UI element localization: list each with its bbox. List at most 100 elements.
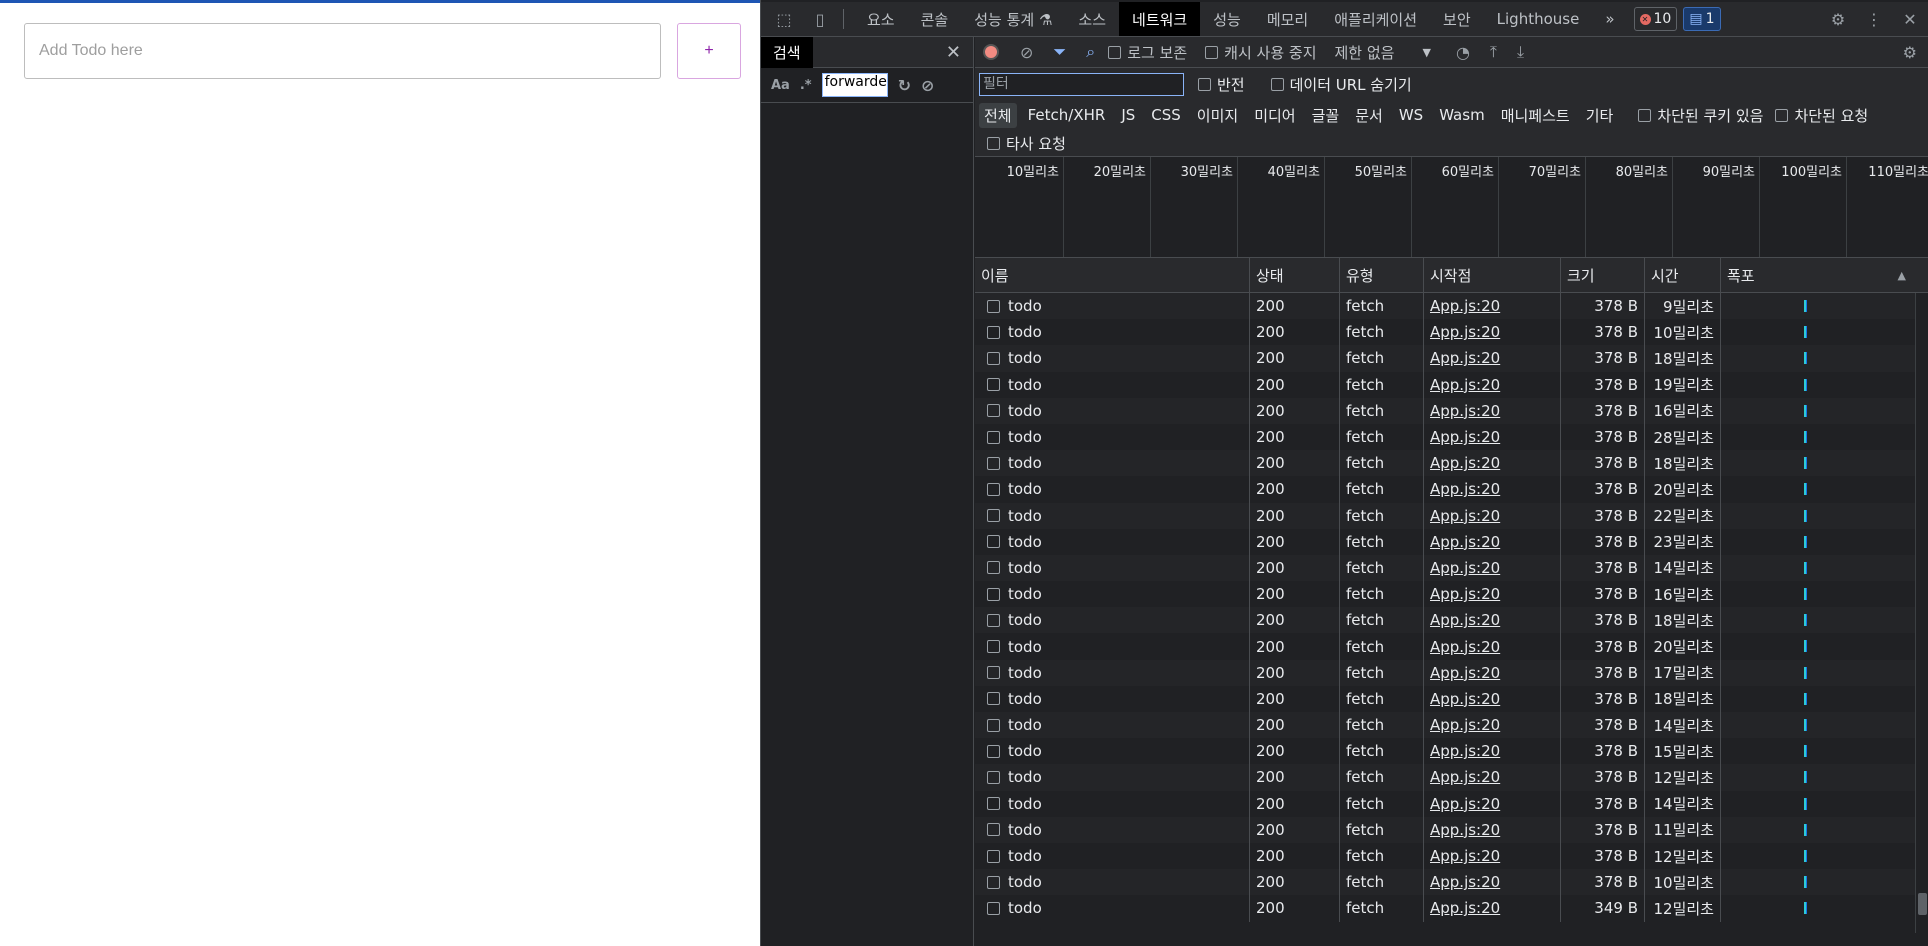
preserve-log-checkbox[interactable]: 로그 보존 (1108, 42, 1187, 63)
network-overview[interactable]: 10밀리초 20밀리초 30밀리초 40밀리초 50밀리초 60밀리초 70밀리초 80밀리초… (975, 157, 1928, 258)
table-row[interactable]: todo 200 fetch App.js:20 378 B 17밀리초 (975, 659, 1928, 686)
tab-6[interactable]: 메모리 (1254, 2, 1321, 36)
cell-initiator[interactable]: App.js:20 (1424, 790, 1561, 817)
cell-initiator[interactable]: App.js:20 (1424, 397, 1561, 424)
cell-initiator[interactable]: App.js:20 (1424, 764, 1561, 791)
tab-5[interactable]: 성능 (1200, 2, 1254, 36)
table-row[interactable]: todo 200 fetch App.js:20 378 B 18밀리초 (975, 450, 1928, 477)
record-icon[interactable] (983, 44, 999, 60)
filter-input[interactable] (979, 72, 1184, 96)
hide-data-urls-checkbox[interactable]: 데이터 URL 숨기기 (1270, 74, 1412, 95)
table-row[interactable]: todo 200 fetch App.js:20 349 B 12밀리초 (975, 895, 1928, 922)
cell-initiator[interactable]: App.js:20 (1424, 659, 1561, 686)
table-row[interactable]: todo 200 fetch App.js:20 378 B 23밀리초 (975, 528, 1928, 555)
type-filter-1[interactable]: Fetch/XHR (1023, 104, 1111, 126)
cell-initiator[interactable]: App.js:20 (1424, 476, 1561, 503)
tab-4[interactable]: 네트워크 (1119, 2, 1201, 36)
type-filter-4[interactable]: 이미지 (1192, 103, 1243, 128)
type-filter-10[interactable]: 매니페스트 (1496, 103, 1575, 128)
message-badge[interactable]: ▤ 1 (1683, 7, 1721, 31)
cell-initiator[interactable]: App.js:20 (1424, 633, 1561, 660)
type-filter-3[interactable]: CSS (1146, 104, 1186, 126)
table-row[interactable]: todo 200 fetch App.js:20 378 B 12밀리초 (975, 842, 1928, 870)
more-options-icon[interactable]: ⋮ (1861, 6, 1887, 32)
table-row[interactable]: todo 200 fetch App.js:20 378 B 15밀리초 (975, 738, 1928, 765)
cell-initiator[interactable]: App.js:20 (1424, 869, 1561, 896)
throttling-select[interactable]: 제한 없음 ▼ (1335, 42, 1431, 63)
search-icon[interactable]: ⌕ (1086, 42, 1095, 62)
table-row[interactable]: todo 200 fetch App.js:20 378 B 11밀리초 (975, 816, 1928, 843)
column-status[interactable]: 상태 (1250, 258, 1340, 292)
match-case-button[interactable]: Aa (771, 78, 790, 93)
column-time[interactable]: 시간 (1645, 258, 1721, 292)
table-row[interactable]: todo 200 fetch App.js:20 378 B 12밀리초 (975, 764, 1928, 791)
clear-search-icon[interactable]: ⊘ (921, 76, 934, 95)
cell-initiator[interactable]: App.js:20 (1424, 293, 1561, 320)
cell-initiator[interactable]: App.js:20 (1424, 319, 1561, 346)
table-row[interactable]: todo 200 fetch App.js:20 378 B 10밀리초 (975, 319, 1928, 346)
blocked-requests-checkbox[interactable]: 차단된 요청 (1775, 105, 1868, 126)
cell-initiator[interactable]: App.js:20 (1424, 345, 1561, 372)
cell-initiator[interactable]: App.js:20 (1424, 450, 1561, 477)
refresh-search-icon[interactable]: ↻ (898, 76, 911, 95)
table-row[interactable]: todo 200 fetch App.js:20 378 B 28밀리초 (975, 423, 1928, 451)
filter-icon[interactable]: ⏷ (1053, 42, 1066, 62)
column-type[interactable]: 유형 (1340, 258, 1424, 292)
cell-initiator[interactable]: App.js:20 (1424, 738, 1561, 765)
tab-9[interactable]: Lighthouse (1484, 2, 1593, 36)
table-row[interactable]: todo 200 fetch App.js:20 378 B 18밀리초 (975, 345, 1928, 372)
cell-initiator[interactable]: App.js:20 (1424, 502, 1561, 529)
invert-checkbox[interactable]: 반전 (1198, 74, 1245, 95)
cell-initiator[interactable]: App.js:20 (1424, 581, 1561, 608)
scrollbar-thumb[interactable] (1918, 893, 1927, 915)
cell-initiator[interactable]: App.js:20 (1424, 895, 1561, 922)
cell-initiator[interactable]: App.js:20 (1424, 685, 1561, 712)
type-filter-0[interactable]: 전체 (979, 102, 1017, 128)
column-name[interactable]: 이름 (975, 258, 1250, 292)
cell-initiator[interactable]: App.js:20 (1424, 842, 1561, 870)
tab-8[interactable]: 보안 (1430, 2, 1484, 36)
search-query-input[interactable]: forwarde (821, 73, 888, 97)
export-har-icon[interactable]: ⤓ (1517, 42, 1524, 62)
cell-initiator[interactable]: App.js:20 (1424, 607, 1561, 634)
third-party-checkbox[interactable]: 타사 요청 (987, 133, 1066, 154)
type-filter-7[interactable]: 문서 (1350, 103, 1388, 128)
error-badge[interactable]: ✕ 10 (1633, 7, 1678, 31)
table-row[interactable]: todo 200 fetch App.js:20 378 B 20밀리초 (975, 633, 1928, 660)
add-todo-button[interactable]: + (677, 23, 741, 79)
inspect-element-icon[interactable]: ⬚ (771, 6, 797, 32)
type-filter-5[interactable]: 미디어 (1249, 103, 1300, 128)
todo-input[interactable] (24, 23, 661, 79)
import-har-icon[interactable]: ⤒ (1490, 42, 1497, 62)
close-devtools-icon[interactable]: ✕ (1897, 6, 1923, 32)
column-waterfall[interactable]: 폭포 ▲ (1721, 258, 1916, 292)
cell-initiator[interactable]: App.js:20 (1424, 423, 1561, 451)
table-row[interactable]: todo 200 fetch App.js:20 378 B 16밀리초 (975, 581, 1928, 608)
tab-0[interactable]: 요소 (854, 2, 908, 36)
regex-button[interactable]: .* (800, 78, 812, 93)
close-search-icon[interactable]: ✕ (946, 42, 961, 63)
cell-initiator[interactable]: App.js:20 (1424, 554, 1561, 582)
tab-3[interactable]: 소스 (1065, 2, 1119, 36)
type-filter-2[interactable]: JS (1116, 104, 1140, 126)
table-row[interactable]: todo 200 fetch App.js:20 378 B 14밀리초 (975, 790, 1928, 817)
table-row[interactable]: todo 200 fetch App.js:20 378 B 18밀리초 (975, 685, 1928, 712)
table-row[interactable]: todo 200 fetch App.js:20 378 B 9밀리초 (975, 293, 1928, 320)
network-conditions-icon[interactable]: ◔ (1456, 43, 1470, 62)
table-row[interactable]: todo 200 fetch App.js:20 378 B 14밀리초 (975, 554, 1928, 582)
table-row[interactable]: todo 200 fetch App.js:20 378 B 22밀리초 (975, 502, 1928, 529)
table-row[interactable]: todo 200 fetch App.js:20 378 B 19밀리초 (975, 371, 1928, 398)
column-size[interactable]: 크기 (1561, 258, 1645, 292)
tab-7[interactable]: 애플리케이션 (1321, 2, 1430, 36)
table-row[interactable]: todo 200 fetch App.js:20 378 B 10밀리초 (975, 869, 1928, 896)
table-row[interactable]: todo 200 fetch App.js:20 378 B 18밀리초 (975, 607, 1928, 634)
cell-initiator[interactable]: App.js:20 (1424, 816, 1561, 843)
tab-1[interactable]: 콘솔 (908, 2, 962, 36)
cell-initiator[interactable]: App.js:20 (1424, 712, 1561, 739)
table-row[interactable]: todo 200 fetch App.js:20 378 B 16밀리초 (975, 397, 1928, 424)
type-filter-6[interactable]: 글꼴 (1307, 103, 1345, 128)
more-tabs-button[interactable]: » (1592, 2, 1627, 36)
type-filter-9[interactable]: Wasm (1434, 104, 1490, 126)
column-initiator[interactable]: 시작점 (1424, 258, 1561, 292)
disable-cache-checkbox[interactable]: 캐시 사용 중지 (1205, 42, 1317, 63)
